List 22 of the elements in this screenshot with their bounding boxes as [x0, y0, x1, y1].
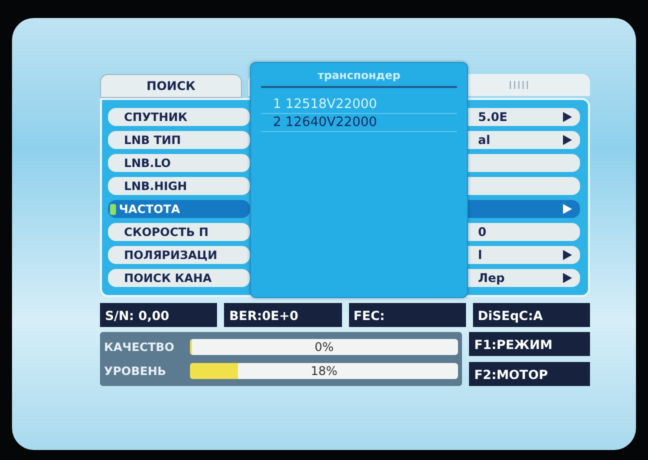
- function-key-label[interactable]: F2:МОТОР: [469, 362, 590, 386]
- status-readout: DiSEqC:A: [472, 303, 590, 327]
- meter-label: УРОВЕНЬ: [104, 364, 168, 378]
- meter-reading: 18%: [310, 363, 338, 379]
- selection-marker: [110, 204, 116, 214]
- menu-item[interactable]: ПОИСК КАНА: [108, 269, 250, 287]
- menu-item[interactable]: LNB.HIGH: [108, 177, 250, 195]
- status-readout: BER:0E+0: [224, 303, 342, 327]
- status-readout: FEC:: [348, 303, 466, 327]
- function-key-label[interactable]: F1:РЕЖИМ: [469, 332, 590, 356]
- menu-item[interactable]: LNB ТИП: [108, 131, 250, 149]
- menu-item[interactable]: LNB.LO: [108, 154, 250, 172]
- menu-item[interactable]: ПОЛЯРИЗАЦИ: [108, 246, 250, 264]
- menu-title: ПОИСК: [100, 74, 242, 98]
- popup-title: транспондер: [261, 69, 457, 88]
- status-readout: S/N: 0,00: [100, 303, 218, 327]
- menu-item[interactable]: ЧАСТОТА: [108, 200, 250, 218]
- meter-reading: 0%: [314, 339, 335, 355]
- transponder-item[interactable]: 2 12640V22000: [261, 114, 457, 132]
- menu-item[interactable]: СПУТНИК: [108, 108, 250, 126]
- menu-item[interactable]: СКОРОСТЬ П: [108, 223, 250, 241]
- meter-label: КАЧЕСТВО: [104, 340, 176, 354]
